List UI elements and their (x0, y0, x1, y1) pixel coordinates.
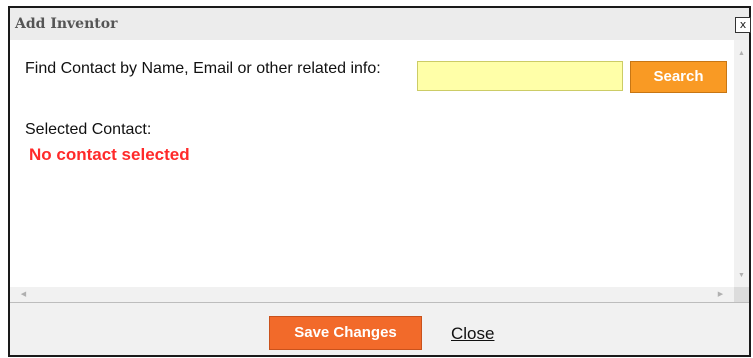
selected-contact-value: No contact selected (29, 145, 190, 164)
arrow-right-icon[interactable]: ▶ (713, 287, 728, 302)
arrow-up-icon[interactable]: ▲ (734, 46, 749, 61)
save-changes-button[interactable]: Save Changes (269, 316, 422, 350)
dialog-titlebar: Add Inventor x (10, 8, 751, 41)
add-inventor-dialog: Add Inventor x Find Contact by Name, Ema… (8, 6, 751, 357)
find-contact-label: Find Contact by Name, Email or other rel… (25, 60, 381, 77)
arrow-left-icon[interactable]: ◀ (16, 287, 31, 302)
horizontal-scrollbar[interactable]: ◀ ▶ (10, 287, 734, 302)
dialog-content: Find Contact by Name, Email or other rel… (10, 40, 734, 287)
scrollbar-corner (734, 287, 749, 302)
dialog-title: Add Inventor (15, 16, 118, 32)
vertical-scrollbar[interactable]: ▲ ▼ (734, 40, 749, 287)
search-button[interactable]: Search (630, 61, 727, 93)
close-link[interactable]: Close (451, 324, 494, 344)
arrow-down-icon[interactable]: ▼ (734, 268, 749, 283)
close-icon[interactable]: x (735, 17, 751, 33)
selected-contact-label: Selected Contact: (25, 121, 152, 138)
contact-search-input[interactable] (417, 61, 623, 91)
dialog-footer: Save Changes Close (10, 302, 749, 355)
